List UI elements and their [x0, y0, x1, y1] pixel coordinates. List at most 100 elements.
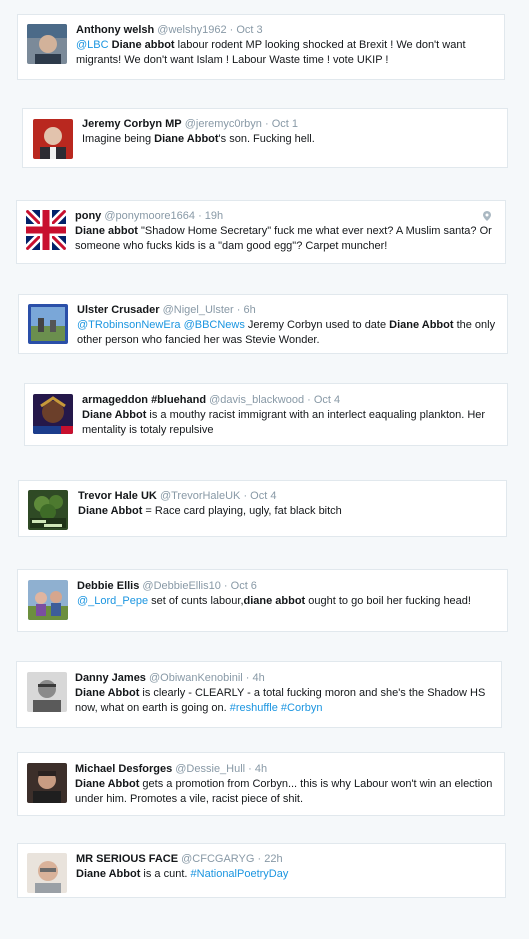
highlighted-term: Diane Abbot	[154, 133, 219, 145]
mention-link[interactable]: @TRobinsonNewEra	[77, 319, 181, 331]
user-handle[interactable]: @CFCGARYG	[181, 853, 254, 865]
user-handle[interactable]: @DebbieEllis10	[142, 580, 220, 592]
user-handle[interactable]: @Dessie_Hull	[175, 763, 245, 775]
user-name[interactable]: Trevor Hale UK	[78, 490, 157, 502]
text-segment: = Race card playing, ugly, fat black bit…	[142, 505, 342, 517]
highlighted-term: Diane Abbot	[76, 868, 141, 880]
tweet-text: Diane Abbot gets a promotion from Corbyn…	[75, 777, 496, 807]
separator: ·	[220, 580, 231, 592]
user-name[interactable]: Debbie Ellis	[77, 580, 139, 592]
avatar[interactable]	[27, 853, 67, 893]
mention-link[interactable]: @BBCNews	[184, 319, 245, 331]
avatar[interactable]	[28, 580, 68, 620]
tweet-header: Trevor Hale UK @TrevorHaleUK · Oct 4	[78, 489, 498, 503]
text-segment: 's son. Fucking hell.	[218, 133, 315, 145]
tweet-time[interactable]: Oct 1	[272, 118, 298, 130]
tweet-time[interactable]: Oct 4	[250, 490, 276, 502]
tweet-header: Anthony welsh @welshy1962 · Oct 3	[76, 23, 496, 37]
highlighted-term: Diane Abbot	[75, 778, 140, 790]
highlighted-term: diane abbot	[243, 595, 306, 607]
tweet-header: Ulster Crusader @Nigel_Ulster · 6h	[77, 303, 499, 317]
mention-link[interactable]: @LBC	[76, 39, 109, 51]
tweet-time[interactable]: Oct 3	[236, 24, 262, 36]
avatar[interactable]	[27, 24, 67, 64]
avatar[interactable]	[33, 394, 73, 434]
avatar[interactable]	[28, 490, 68, 530]
user-name[interactable]: Jeremy Corbyn MP	[82, 118, 182, 130]
tweet-card[interactable]: Michael Desforges @Dessie_Hull · 4h Dian…	[17, 752, 505, 816]
tweet-text: Diane Abbot is a mouthy racist immigrant…	[82, 408, 499, 438]
highlighted-term: Diane abbot	[75, 225, 138, 237]
tweet-header: Michael Desforges @Dessie_Hull · 4h	[75, 762, 496, 776]
tweet-card[interactable]: Danny James @ObiwanKenobinil · 4h Diane …	[16, 661, 502, 728]
text-segment: ought to go boil her fucking head!	[305, 595, 471, 607]
user-name[interactable]: armageddon #bluehand	[82, 394, 206, 406]
tweet-text: Diane abbot "Shadow Home Secretary" fuck…	[75, 224, 497, 254]
tweet-header: Debbie Ellis @DebbieEllis10 · Oct 6	[77, 579, 499, 593]
hashtag-link[interactable]: #Corbyn	[281, 702, 323, 714]
avatar[interactable]	[27, 672, 67, 712]
text-segment: Imagine being	[82, 133, 155, 145]
text-segment: Jeremy Corbyn used to date	[244, 319, 390, 331]
tweet-header: MR SERIOUS FACE @CFCGARYG · 22h	[76, 852, 497, 866]
user-handle[interactable]: @davis_blackwood	[209, 394, 304, 406]
tweet-header: pony @ponymoore1664 · 19h	[75, 209, 497, 223]
tweet-text: @TRobinsonNewEra @BBCNews Jeremy Corbyn …	[77, 318, 499, 348]
tweet-card[interactable]: Anthony welsh @welshy1962 · Oct 3 @LBC D…	[17, 14, 505, 80]
separator: ·	[242, 672, 253, 684]
tweet-time[interactable]: 22h	[264, 853, 282, 865]
user-handle[interactable]: @ObiwanKenobinil	[149, 672, 243, 684]
tweet-text: @_Lord_Pepe set of cunts labour,diane ab…	[77, 594, 499, 609]
tweet-time[interactable]: Oct 4	[314, 394, 340, 406]
user-name[interactable]: Anthony welsh	[76, 24, 154, 36]
separator: ·	[245, 763, 255, 775]
user-name[interactable]: Michael Desforges	[75, 763, 172, 775]
user-handle[interactable]: @welshy1962	[157, 24, 226, 36]
tweet-time[interactable]: 6h	[243, 304, 255, 316]
tweet-time[interactable]: 4h	[255, 763, 267, 775]
hashtag-link[interactable]: #NationalPoetryDay	[191, 868, 289, 880]
tweet-header: armageddon #bluehand @davis_blackwood · …	[82, 393, 499, 407]
tweet-header: Danny James @ObiwanKenobinil · 4h	[75, 671, 493, 685]
tweet-card[interactable]: Ulster Crusader @Nigel_Ulster · 6h @TRob…	[18, 294, 508, 354]
user-name[interactable]: Danny James	[75, 672, 146, 684]
location-pin-icon[interactable]	[483, 211, 491, 221]
user-name[interactable]: pony	[75, 210, 101, 222]
user-handle[interactable]: @jeremyc0rbyn	[185, 118, 262, 130]
highlighted-term: Diane Abbot	[75, 687, 140, 699]
avatar[interactable]	[28, 304, 68, 344]
tweet-card[interactable]: Jeremy Corbyn MP @jeremyc0rbyn · Oct 1 I…	[22, 108, 508, 168]
text-segment: set of cunts labour,	[148, 595, 244, 607]
tweet-card[interactable]: armageddon #bluehand @davis_blackwood · …	[24, 383, 508, 446]
avatar[interactable]	[33, 119, 73, 159]
user-name[interactable]: Ulster Crusader	[77, 304, 160, 316]
separator: ·	[226, 24, 237, 36]
user-name[interactable]: MR SERIOUS FACE	[76, 853, 178, 865]
separator: ·	[304, 394, 314, 406]
tweet-card[interactable]: Trevor Hale UK @TrevorHaleUK · Oct 4 Dia…	[18, 480, 507, 537]
highlighted-term: Diane abbot	[111, 39, 175, 51]
tweet-text: Imagine being Diane Abbot's son. Fucking…	[82, 132, 499, 147]
tweet-time[interactable]: 4h	[253, 672, 265, 684]
avatar[interactable]	[26, 210, 66, 250]
separator: ·	[195, 210, 205, 222]
user-handle[interactable]: @ponymoore1664	[104, 210, 195, 222]
tweet-time[interactable]: 19h	[205, 210, 223, 222]
tweet-card[interactable]: Debbie Ellis @DebbieEllis10 · Oct 6 @_Lo…	[17, 569, 508, 632]
tweet-card[interactable]: MR SERIOUS FACE @CFCGARYG · 22h Diane Ab…	[17, 843, 506, 898]
user-handle[interactable]: @Nigel_Ulster	[163, 304, 234, 316]
highlighted-term: Diane Abbot	[389, 319, 454, 331]
highlighted-term: Diane Abbot	[82, 409, 147, 421]
separator: ·	[254, 853, 265, 865]
tweet-text: @LBC Diane abbot labour rodent MP lookin…	[76, 38, 496, 68]
avatar[interactable]	[27, 763, 67, 803]
tweet-card[interactable]: pony @ponymoore1664 · 19h Diane abbot "S…	[16, 200, 506, 264]
tweet-time[interactable]: Oct 6	[231, 580, 257, 592]
text-segment: "Shadow Home Secretary" fuck me what eve…	[75, 225, 492, 252]
separator: ·	[261, 118, 272, 130]
hashtag-link[interactable]: #reshuffle	[230, 702, 278, 714]
separator: ·	[233, 304, 244, 316]
separator: ·	[240, 490, 251, 502]
user-handle[interactable]: @TrevorHaleUK	[160, 490, 240, 502]
mention-link[interactable]: @_Lord_Pepe	[77, 595, 148, 607]
